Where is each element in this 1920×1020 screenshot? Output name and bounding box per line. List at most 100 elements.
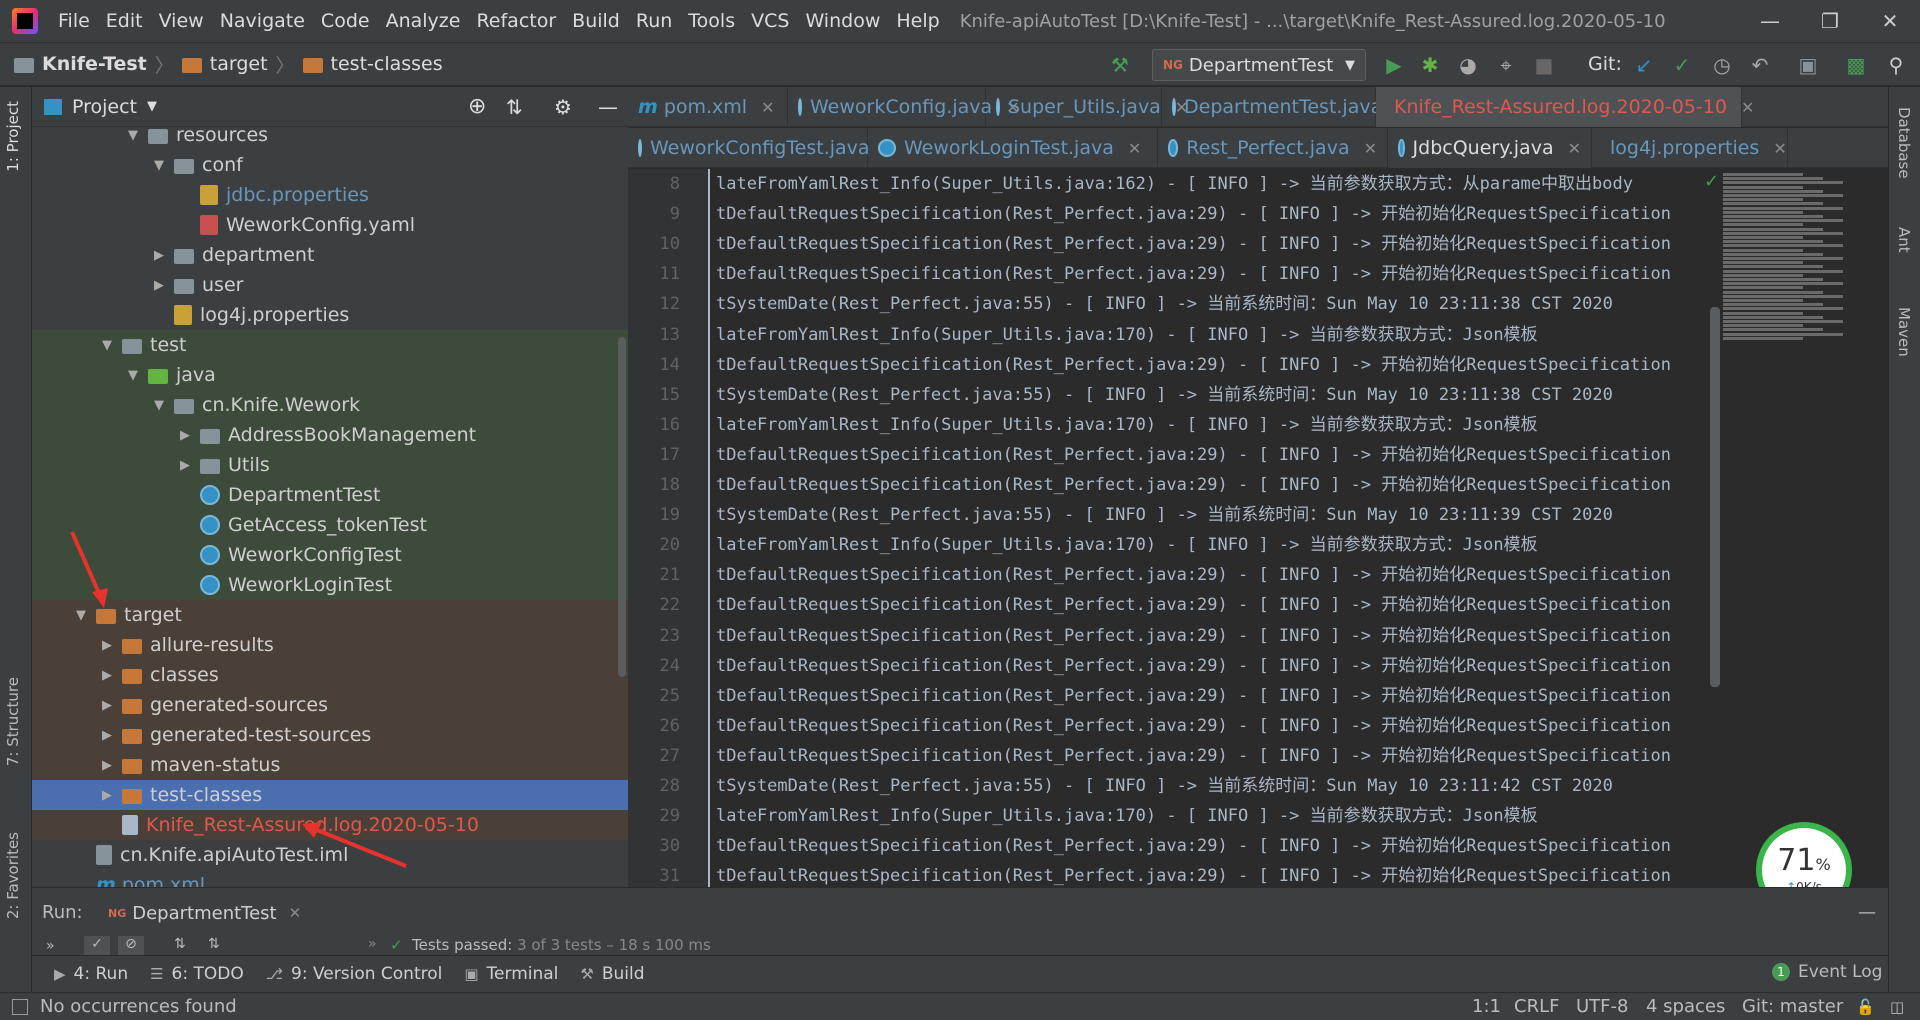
show-ignored-icon[interactable]: ⊘ <box>118 936 144 956</box>
bottom-tool-play[interactable]: ▶ 4: Run <box>54 964 128 984</box>
bottom-tool-todo[interactable]: ☰ 6: TODO <box>150 964 244 984</box>
project-tool-tab[interactable]: 1: Project <box>4 101 22 172</box>
expand-arrow-icon[interactable]: » <box>368 936 377 952</box>
tree-node[interactable]: WeworkConfigTest <box>32 540 628 570</box>
close-icon[interactable]: ✕ <box>1568 139 1581 158</box>
editor-tab[interactable]: WeworkConfigTest.java✕ <box>628 128 897 168</box>
event-log-button[interactable]: 1 Event Log <box>1772 962 1882 982</box>
lock-icon[interactable]: 🔓 <box>1856 998 1875 1016</box>
tree-node[interactable]: WeworkConfig.yaml <box>32 210 628 240</box>
chevron-down-icon[interactable]: ▼ <box>98 338 116 353</box>
tree-node[interactable]: WeworkLoginTest <box>32 570 628 600</box>
editor-tab[interactable]: Super_Utils.java ✕ <box>986 87 1188 127</box>
menu-item-build[interactable]: Build <box>564 0 628 42</box>
git-history-icon[interactable]: ◷ <box>1710 53 1734 77</box>
tree-node[interactable]: ▶ user <box>32 270 628 300</box>
sort-alpha-icon[interactable]: ⇅ <box>174 936 186 952</box>
editor-tab[interactable]: Knife_Rest-Assured.log.2020-05-10 ✕ <box>1376 87 1754 127</box>
code-minimap[interactable] <box>1723 173 1883 353</box>
tree-node[interactable]: ▼ cn.Knife.Wework <box>32 390 628 420</box>
caret-position[interactable]: 1:1 <box>1472 996 1501 1017</box>
menu-item-code[interactable]: Code <box>313 0 378 42</box>
breadcrumb-item[interactable]: 〉 test-classes <box>268 51 443 78</box>
close-icon[interactable]: ✕ <box>289 904 302 922</box>
tree-node[interactable]: ▼ target <box>32 600 628 630</box>
chevron-right-icon[interactable]: ▶ <box>98 728 116 743</box>
gear-icon[interactable]: ⚙ <box>554 95 572 119</box>
bottom-tool-vcs[interactable]: ⎇ 9: Version Control <box>266 964 443 984</box>
editor-scrollbar[interactable] <box>1710 307 1720 687</box>
menu-item-run[interactable]: Run <box>628 0 680 42</box>
menu-item-edit[interactable]: Edit <box>98 0 151 42</box>
tree-node[interactable]: ▶ classes <box>32 660 628 690</box>
project-scrollbar[interactable] <box>618 337 626 677</box>
indent-setting[interactable]: 4 spaces <box>1646 996 1725 1017</box>
database-tool-tab[interactable]: Database <box>1895 107 1913 179</box>
chevron-down-icon[interactable]: ▼ <box>150 398 168 413</box>
hide-panel-icon[interactable]: — <box>598 95 618 119</box>
breadcrumb-item[interactable]: 〉 target <box>147 51 268 78</box>
tree-node[interactable]: ▶ allure-results <box>32 630 628 660</box>
run-configuration-select[interactable]: NG DepartmentTest ▼ <box>1152 49 1366 81</box>
chevron-right-icon[interactable]: ▶ <box>150 248 168 263</box>
debug-icon[interactable]: ✱ <box>1418 53 1442 77</box>
sort-duration-icon[interactable]: ⇅ <box>208 936 220 952</box>
tree-node[interactable]: ▼ java <box>32 360 628 390</box>
tree-node[interactable]: ▶ maven-status <box>32 750 628 780</box>
log-text-area[interactable]: lateFromYamlRest_Info(Super_Utils.java:1… <box>708 169 1708 887</box>
favorites-tool-tab[interactable]: 2: Favorites <box>4 832 22 919</box>
close-window-icon[interactable]: ✕ <box>1860 0 1920 42</box>
chevron-right-icon[interactable]: ▶ <box>98 668 116 683</box>
editor-tab[interactable]: Rest_Perfect.java ✕ <box>1158 128 1388 168</box>
git-rollback-icon[interactable]: ↶ <box>1748 53 1772 77</box>
editor-tab[interactable]: log4j.properties ✕ <box>1592 128 1788 168</box>
menu-item-file[interactable]: File <box>50 0 98 42</box>
tree-node[interactable]: DepartmentTest <box>32 480 628 510</box>
close-icon[interactable]: ✕ <box>1128 139 1141 158</box>
expand-icon[interactable]: » <box>46 938 55 954</box>
chevron-down-icon[interactable]: ▼ <box>124 128 142 143</box>
tree-node[interactable]: GetAccess_tokenTest <box>32 510 628 540</box>
search-everywhere-icon[interactable]: ⚲ <box>1884 53 1908 77</box>
menu-item-navigate[interactable]: Navigate <box>212 0 313 42</box>
tree-node[interactable]: ▶ AddressBookManagement <box>32 420 628 450</box>
collapse-all-icon[interactable]: ⇅ <box>506 95 523 119</box>
bottom-tool-terminal[interactable]: ▣ Terminal <box>464 964 558 984</box>
chevron-right-icon[interactable]: ▶ <box>176 428 194 443</box>
project-panel-title[interactable]: Project <box>72 96 137 118</box>
chevron-down-icon[interactable]: ▼ <box>124 368 142 383</box>
stop-icon[interactable]: ■ <box>1532 53 1556 77</box>
close-icon[interactable]: ✕ <box>1773 139 1786 158</box>
chevron-right-icon[interactable]: ▶ <box>98 788 116 803</box>
chevron-right-icon[interactable]: ▶ <box>98 638 116 653</box>
breadcrumb-item[interactable]: Knife-Test <box>14 53 147 75</box>
run-tab-departmenttest[interactable]: NG DepartmentTest ✕ <box>108 898 301 928</box>
ant-tool-tab[interactable]: Ant <box>1895 227 1913 253</box>
bottom-tool-hammer[interactable]: ⚒ Build <box>580 964 644 984</box>
run-icon[interactable]: ▶ <box>1382 53 1406 77</box>
file-encoding[interactable]: UTF-8 <box>1576 996 1628 1017</box>
menu-item-window[interactable]: Window <box>797 0 888 42</box>
tree-node[interactable]: ▼ conf <box>32 150 628 180</box>
editor-tab[interactable]: JdbcQuery.java ✕ <box>1388 128 1592 168</box>
chevron-right-icon[interactable]: ▶ <box>150 278 168 293</box>
close-icon[interactable]: ✕ <box>1364 139 1377 158</box>
tree-node[interactable]: ▶ generated-test-sources <box>32 720 628 750</box>
tree-node[interactable]: m pom.xml <box>32 870 628 887</box>
memory-indicator-icon[interactable]: ◫ <box>1890 998 1904 1016</box>
menu-item-analyze[interactable]: Analyze <box>378 0 469 42</box>
editor-tab[interactable]: WeworkLoginTest.java ✕ <box>868 128 1158 168</box>
editor-tab[interactable]: m pom.xml ✕ <box>628 87 788 127</box>
tree-node[interactable]: ▼ resources <box>32 120 628 150</box>
hide-panel-icon[interactable]: — <box>1858 902 1876 923</box>
line-separator[interactable]: CRLF <box>1514 996 1559 1017</box>
editor-tab[interactable]: WeworkConfig.java ✕ <box>788 87 1020 127</box>
maven-tool-tab[interactable]: Maven <box>1895 307 1913 357</box>
tree-node[interactable]: ▶ department <box>32 240 628 270</box>
git-commit-icon[interactable]: ✓ <box>1670 53 1694 77</box>
menu-item-refactor[interactable]: Refactor <box>468 0 564 42</box>
inspection-ok-icon[interactable]: ✓ <box>1704 171 1719 192</box>
tree-node[interactable]: ▶ test-classes <box>32 780 628 810</box>
build-hammer-icon[interactable]: ⚒ <box>1108 53 1132 77</box>
structure-tool-tab[interactable]: 7: Structure <box>4 677 22 766</box>
